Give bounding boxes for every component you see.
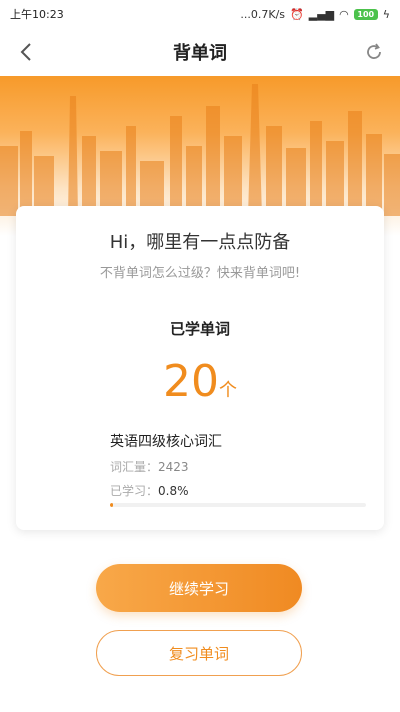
learned-count: 20个 [16,356,384,407]
progress-card: Hi，哪里有一点点防备 不背单词怎么过级？快来背单词吧! 已学单词 20个 英语… [16,206,384,530]
city-skyline-image [0,84,400,216]
net-speed: ...0.7K/s [240,7,286,21]
wifi-icon: ◠ [339,7,349,21]
vocab-stat: 词汇量：2423 [110,458,189,475]
card-subtitle: 不背单词怎么过级？快来背单词吧! [99,266,301,281]
page-title: 背单词 [173,43,227,64]
review-words-button[interactable]: 复习单词 [96,630,302,676]
refresh-icon [367,43,381,59]
status-time: 上午10:23 [10,8,64,21]
learned-count-number: 20 [163,356,219,407]
status-bar: 上午10:23 ...0.7K/s ⏰ ▂▄▆ ◠ 100 ϟ [0,0,400,28]
word-book-name: 英语四级核心词汇 [110,434,222,450]
card-title: Hi，哪里有一点点防备 [109,232,291,253]
vocab-value: 2423 [158,460,189,474]
continue-learning-button[interactable]: 继续学习 [96,564,302,612]
refresh-button[interactable] [360,38,388,66]
progress-stat: 已学习：0.8% [110,482,189,499]
nav-bar: 背单词 [0,28,400,76]
progress-bar [110,503,366,507]
battery-icon: 100 [353,8,378,20]
learned-count-unit: 个 [219,380,237,401]
status-icons: ...0.7K/s ⏰ ▂▄▆ ◠ 100 ϟ [240,8,390,21]
charging-icon: ϟ [382,7,390,21]
learned-label: 已学单词 [169,320,230,338]
back-button[interactable] [12,38,40,66]
back-arrow-icon [20,43,31,61]
signal-icon: ▂▄▆ [308,7,335,21]
progress-value: 0.8% [158,484,189,498]
progress-label: 已学习： [110,484,159,498]
vocab-label: 词汇量： [110,460,159,474]
alarm-icon: ⏰ [290,7,304,21]
progress-bar-fill [110,503,114,507]
